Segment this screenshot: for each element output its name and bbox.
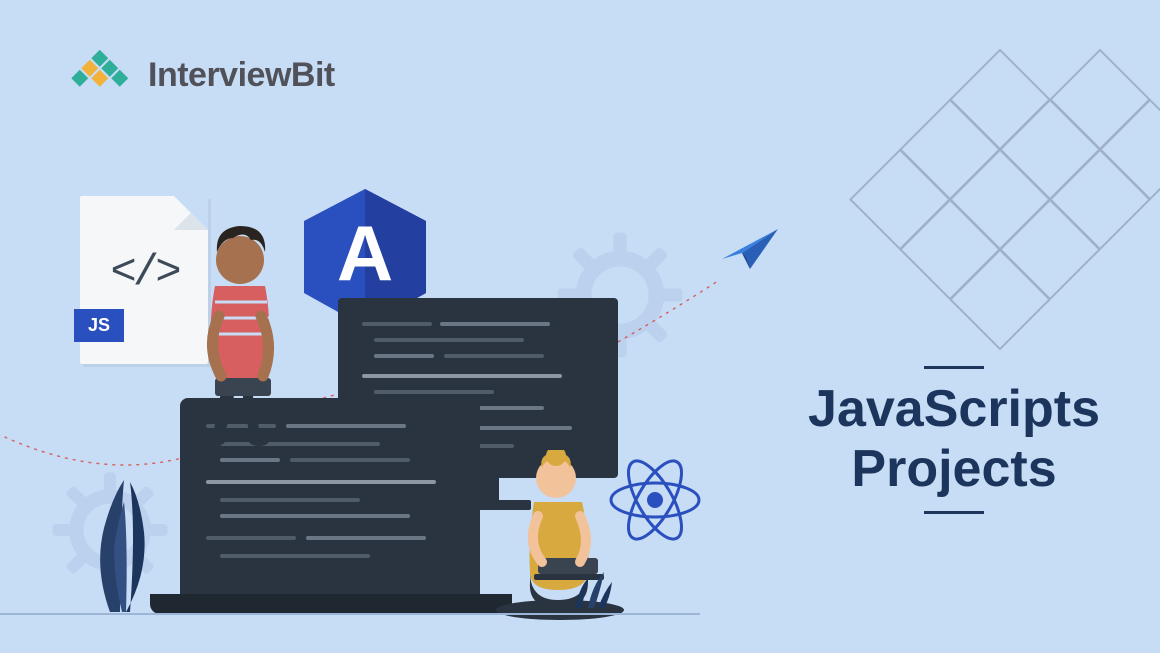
title-rule-bottom — [924, 511, 984, 514]
laptop-base — [150, 594, 512, 614]
plant-decor — [90, 472, 160, 617]
paper-plane-icon — [720, 225, 780, 278]
person-illustration — [175, 216, 315, 451]
diamond-grid-decor — [800, 10, 1160, 370]
hero-title: JavaScripts Projects — [808, 380, 1100, 500]
react-icon — [605, 450, 705, 555]
title-rule-top — [924, 366, 984, 369]
logo: InterviewBit — [70, 50, 335, 100]
logo-text: InterviewBit — [148, 56, 335, 95]
js-badge: JS — [74, 309, 124, 342]
title-line-1: JavaScripts — [808, 380, 1100, 440]
logo-mark-icon — [70, 50, 138, 100]
floor-line — [0, 613, 700, 615]
leaf-decor — [570, 564, 614, 615]
svg-text:A: A — [337, 209, 393, 297]
title-line-2: Projects — [808, 440, 1100, 500]
